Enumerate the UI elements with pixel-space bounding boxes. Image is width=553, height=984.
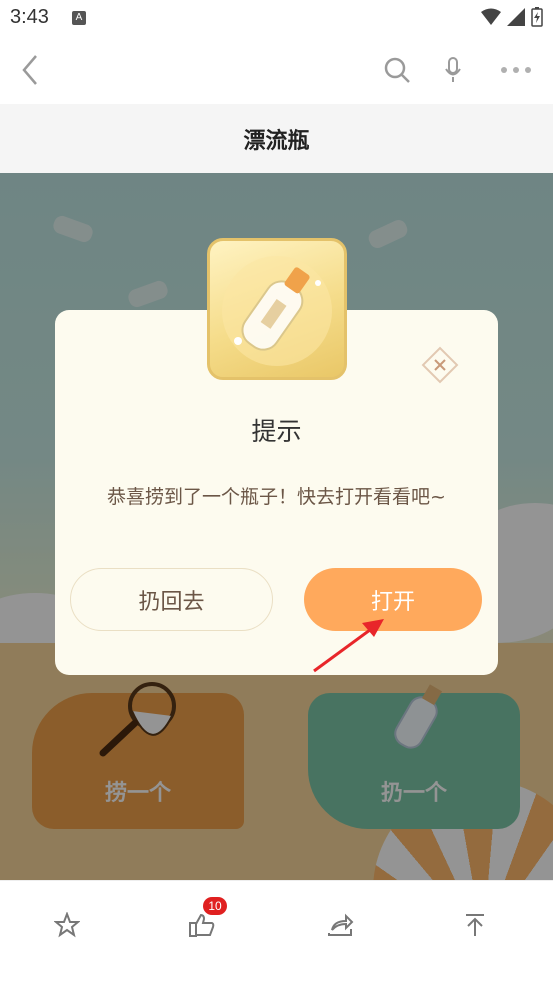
voice-button[interactable] <box>435 52 471 88</box>
search-icon <box>384 57 410 83</box>
bottom-nav <box>0 880 553 984</box>
microphone-icon <box>445 57 461 82</box>
back-button[interactable] <box>12 52 48 88</box>
status-bar: 3:43 A <box>0 0 553 38</box>
status-icons <box>481 7 543 27</box>
more-horizontal-icon <box>501 67 531 73</box>
close-button[interactable] <box>420 345 460 385</box>
signal-icon <box>507 8 525 26</box>
battery-icon <box>531 7 543 27</box>
page-title: 漂流瓶 <box>243 128 310 154</box>
search-button[interactable] <box>379 52 415 88</box>
share-icon <box>328 913 354 936</box>
close-icon <box>421 346 459 384</box>
arrow-up-to-top-icon <box>466 914 484 936</box>
star-icon <box>54 912 80 938</box>
app-bar <box>0 38 553 104</box>
share-button[interactable] <box>320 905 360 945</box>
chevron-left-icon <box>22 55 37 85</box>
favorite-button[interactable] <box>47 905 87 945</box>
dialog-message: 恭喜捞到了一个瓶子！快去打开看看吧~ <box>107 486 446 508</box>
notification-icon: A <box>72 11 86 25</box>
dialog-title: 提示 <box>251 417 302 446</box>
more-button[interactable] <box>498 52 534 88</box>
thumbs-up-icon <box>189 913 215 937</box>
wifi-icon <box>481 8 501 25</box>
page-title-bar: 漂流瓶 <box>0 104 553 173</box>
back-to-top-button[interactable] <box>455 905 495 945</box>
like-count-badge: 10 <box>203 897 227 915</box>
throw-back-button[interactable]: 扔回去 <box>70 568 273 631</box>
bottle-badge-icon <box>207 238 347 380</box>
red-arrow-annotation <box>313 619 384 673</box>
status-time: 3:43 <box>10 6 49 28</box>
